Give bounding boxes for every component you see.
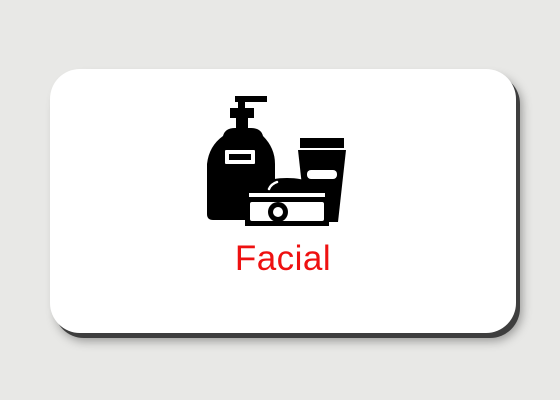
cosmetics-icon: [203, 92, 363, 232]
category-label: Facial: [234, 239, 332, 278]
facial-category-card[interactable]: Facial: [50, 69, 516, 333]
